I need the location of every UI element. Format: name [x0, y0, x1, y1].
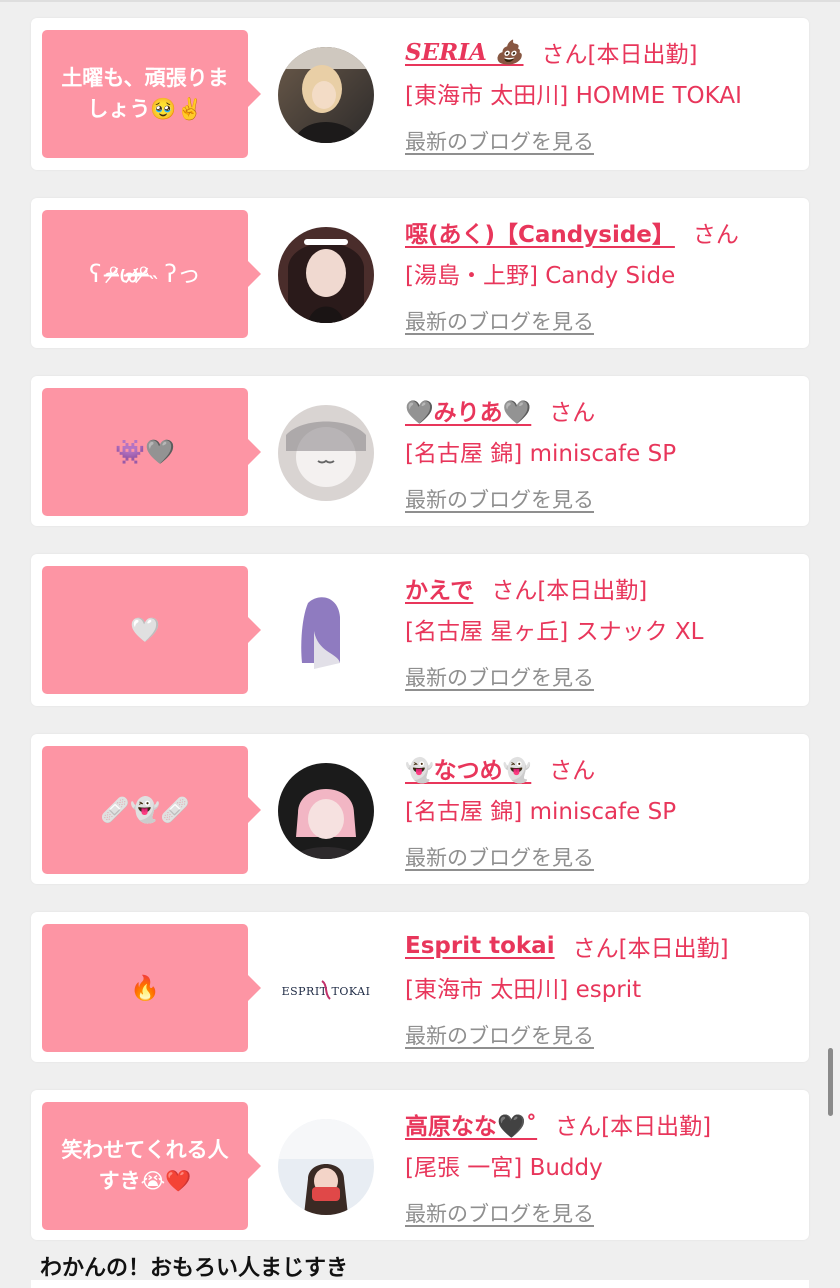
cast-name-link[interactable]: SERIA 💩	[405, 39, 524, 66]
blog-card: ʕ ᵒ̴̶̷ω̴̶̷ᵒ̴̶̷˵ ʔっ 噁(あく)【Candyside】 さん […	[31, 198, 809, 348]
comment-bubble: 土曜も、頑張りま しょう🥹✌️	[42, 30, 261, 158]
cast-status: さん[本日出勤]	[572, 936, 729, 962]
cast-status: さん[本日出勤]	[555, 1114, 712, 1140]
cast-name-link[interactable]: 高原なな🖤˚	[405, 1107, 537, 1141]
view-latest-blog-link[interactable]: 最新のブログを見る	[405, 126, 594, 156]
cast-name-link[interactable]: 🩶みりあ🩶	[405, 393, 531, 427]
blog-card: 笑わせてくれる人 すき😭❤️ 高原なな🖤˚ さん[本日出勤] [尾張 一宮] B…	[31, 1090, 809, 1240]
shop-location: [東海市 太田川] HOMME TOKAI	[405, 83, 742, 109]
view-latest-blog-link[interactable]: 最新のブログを見る	[405, 306, 594, 336]
blog-feed-list: 土曜も、頑張りま しょう🥹✌️ SERIA 💩 さん[本日出勤] [東海市 太田…	[31, 18, 809, 1268]
view-latest-blog-link[interactable]: 最新のブログを見る	[405, 1198, 594, 1228]
shop-location: [東海市 太田川] esprit	[405, 977, 642, 1003]
comment-text: わかんの！おもろい人まじすき	[40, 1256, 349, 1281]
shop-location: [名古屋 錦] miniscafe SP	[405, 799, 677, 825]
cast-name-link[interactable]: 👻なつめ👻	[405, 751, 531, 785]
cast-name-link[interactable]: 噁(あく)【Candyside】	[405, 215, 675, 249]
avatar[interactable]	[278, 47, 374, 143]
cast-status: さん	[549, 758, 596, 784]
shop-logo[interactable]: ESPRIT TOKAI	[278, 941, 374, 1037]
blog-card: 🔥 ESPRIT TOKAI Esprit tokai さん[本日出勤] [東海…	[31, 912, 809, 1062]
comment-bubble: 👾🩶	[42, 388, 261, 516]
blog-card: 🤍 かえで さん[本日出勤] [名古屋 星ヶ丘] スナック XL 最新のブログを…	[31, 554, 809, 706]
top-divider	[0, 0, 840, 2]
avatar[interactable]	[278, 227, 374, 323]
shop-location: [名古屋 錦] miniscafe SP	[405, 441, 677, 467]
comment-bubble: 笑わせてくれる人 すき😭❤️	[42, 1102, 261, 1230]
view-latest-blog-link[interactable]: 最新のブログを見る	[405, 662, 594, 692]
shop-location: [尾張 一宮] Buddy	[405, 1155, 603, 1181]
comment-bubble: ʕ ᵒ̴̶̷ω̴̶̷ᵒ̴̶̷˵ ʔっ	[42, 210, 261, 338]
view-latest-blog-link[interactable]: 最新のブログを見る	[405, 484, 594, 514]
cast-status: さん[本日出勤]	[541, 42, 698, 68]
blog-card: 🩹👻🩹 👻なつめ👻 さん [名古屋 錦] miniscafe SP 最新のブログ…	[31, 734, 809, 884]
cast-status: さん	[692, 222, 739, 248]
scrollbar-thumb[interactable]	[828, 1048, 833, 1116]
view-latest-blog-link[interactable]: 最新のブログを見る	[405, 842, 594, 872]
avatar[interactable]	[278, 405, 374, 501]
avatar[interactable]	[278, 763, 374, 859]
cast-name-link[interactable]: かえで	[405, 571, 473, 605]
cast-name-link[interactable]: Esprit tokai	[405, 933, 555, 959]
avatar[interactable]	[278, 583, 374, 679]
shop-location: [湯島・上野] Candy Side	[405, 263, 676, 289]
avatar[interactable]	[278, 1119, 374, 1215]
next-card-edge	[31, 1280, 809, 1288]
cast-status: さん	[549, 400, 596, 426]
blog-card: 👾🩶 🩶みりあ🩶 さん [名古屋 錦] miniscafe SP 最新のブログを…	[31, 376, 809, 526]
shop-location: [名古屋 星ヶ丘] スナック XL	[405, 619, 704, 645]
comment-bubble: 🔥	[42, 924, 261, 1052]
view-latest-blog-link[interactable]: 最新のブログを見る	[405, 1020, 594, 1050]
comment-bubble: 🤍	[42, 566, 261, 694]
cast-status: さん[本日出勤]	[491, 578, 648, 604]
comment-bubble: 🩹👻🩹	[42, 746, 261, 874]
blog-card: 土曜も、頑張りま しょう🥹✌️ SERIA 💩 さん[本日出勤] [東海市 太田…	[31, 18, 809, 170]
